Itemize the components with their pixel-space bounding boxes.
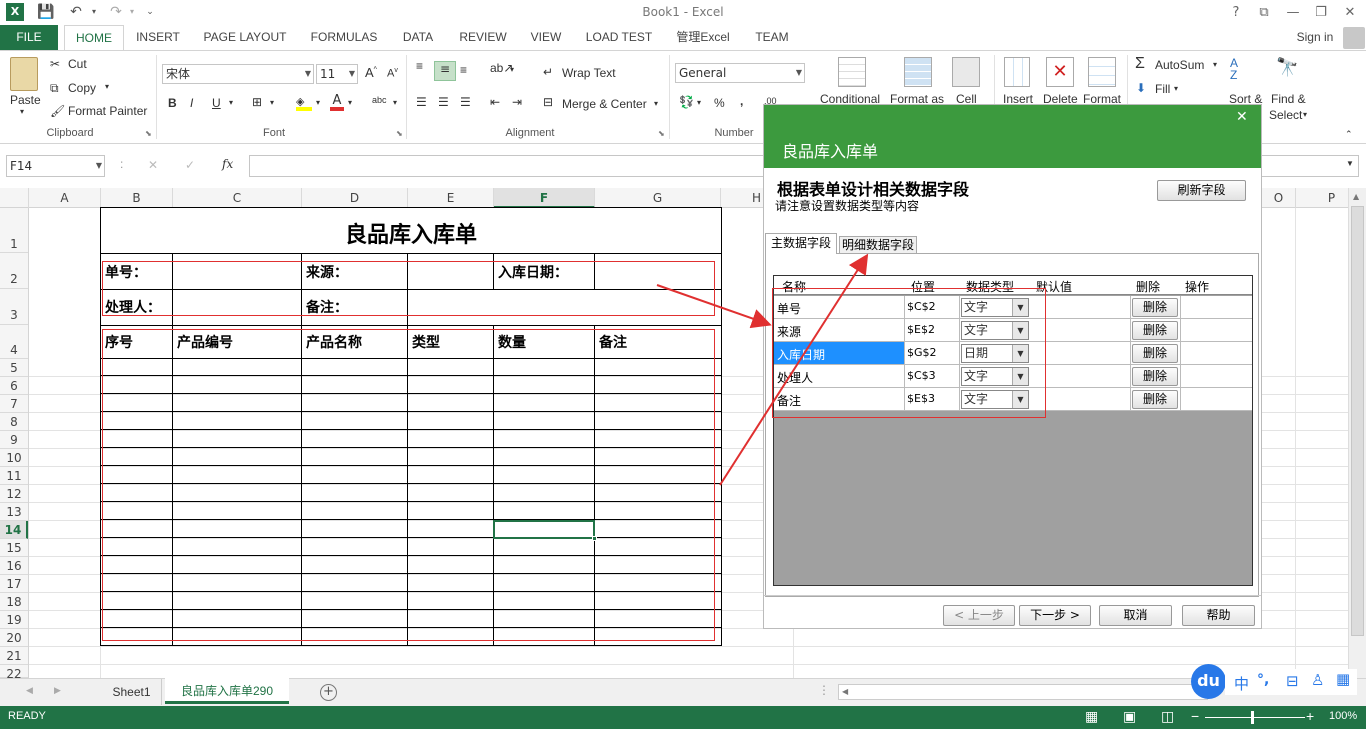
baidu-ime-logo[interactable]: du (1191, 664, 1226, 699)
annotation-arrows (656, 253, 869, 486)
ime-toolbar: du 中 °, ⊟ ♙ ▦ (1191, 664, 1366, 700)
ime-punct-toggle[interactable]: °, (1257, 672, 1269, 688)
ime-user-icon[interactable]: ♙ (1311, 671, 1324, 689)
arrow-detail-to-tab (719, 253, 869, 486)
arrow-header-to-main (656, 284, 772, 329)
ime-grid-icon[interactable]: ▦ (1336, 670, 1350, 688)
tab-main-fields[interactable]: 主数据字段 (765, 233, 837, 254)
ime-toolbox-icon[interactable]: ⊟ (1286, 672, 1299, 690)
ime-lang-toggle[interactable]: 中 (1234, 673, 1249, 694)
